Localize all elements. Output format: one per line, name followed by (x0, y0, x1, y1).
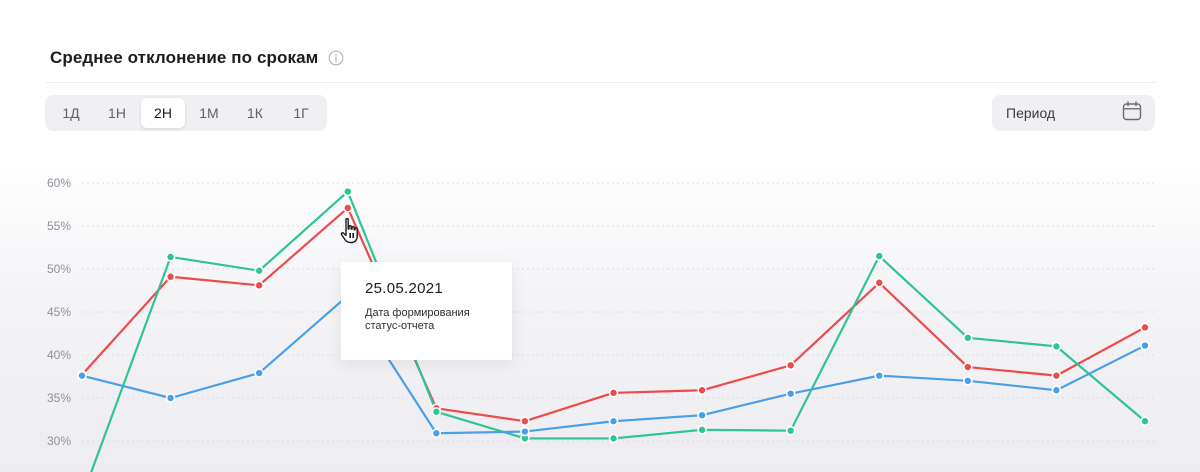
data-point[interactable] (77, 370, 87, 381)
data-point[interactable] (1140, 322, 1150, 333)
data-point[interactable] (785, 360, 796, 371)
data-point[interactable] (1051, 385, 1062, 396)
data-point[interactable] (697, 425, 707, 435)
y-tick-label: 55% (47, 219, 71, 233)
data-point[interactable] (608, 388, 619, 398)
data-point[interactable] (342, 203, 353, 213)
data-point[interactable] (342, 186, 353, 197)
tooltip-date: 25.05.2021 (365, 280, 444, 297)
data-point[interactable] (874, 277, 885, 288)
y-tick-label: 30% (47, 434, 71, 448)
tooltip-text-line-1: Дата формирования (365, 307, 470, 319)
y-tick-label: 40% (47, 348, 71, 362)
data-point[interactable] (254, 368, 264, 378)
data-point[interactable] (254, 280, 264, 291)
data-point[interactable] (1140, 416, 1150, 427)
data-point[interactable] (1140, 340, 1150, 351)
data-point[interactable] (874, 251, 885, 261)
data-point[interactable] (785, 425, 796, 436)
data-point[interactable] (963, 375, 973, 386)
hand-pointer-icon (340, 217, 358, 244)
y-tick-label: 45% (47, 305, 71, 319)
tooltip-text-line-2: статус-отчета (365, 320, 435, 332)
data-point[interactable] (431, 406, 442, 417)
data-point[interactable] (697, 385, 707, 396)
data-point[interactable] (165, 252, 176, 262)
data-point[interactable] (520, 416, 530, 427)
data-point[interactable] (520, 426, 530, 437)
data-point[interactable] (874, 370, 885, 381)
series-line-2 (90, 190, 1147, 472)
data-point[interactable] (963, 332, 973, 343)
data-point[interactable] (608, 433, 619, 444)
data-point[interactable] (963, 362, 973, 372)
chart-tooltip: 25.05.2021 Дата формирования статус-отче… (341, 262, 512, 360)
y-tick-label: 60% (47, 176, 71, 190)
data-point[interactable] (697, 410, 707, 421)
data-point[interactable] (431, 428, 442, 439)
data-point[interactable] (785, 388, 796, 399)
data-point[interactable] (165, 271, 176, 282)
chart-card: Среднее отклонение по срокам 1Д 1Н 2Н 1М… (0, 0, 1200, 472)
data-point[interactable] (1051, 370, 1062, 381)
data-point[interactable] (165, 393, 176, 403)
line-chart: 60% 55% 50% 45% 40% 35% 30% (47, 176, 1155, 472)
data-point[interactable] (254, 265, 264, 276)
series-line-3 (80, 294, 1147, 435)
data-point[interactable] (1051, 341, 1062, 352)
y-tick-label: 35% (47, 391, 71, 405)
y-tick-label: 50% (47, 262, 71, 276)
data-point[interactable] (608, 416, 619, 427)
tooltip-text: Дата формирования статус-отчета (365, 307, 492, 333)
